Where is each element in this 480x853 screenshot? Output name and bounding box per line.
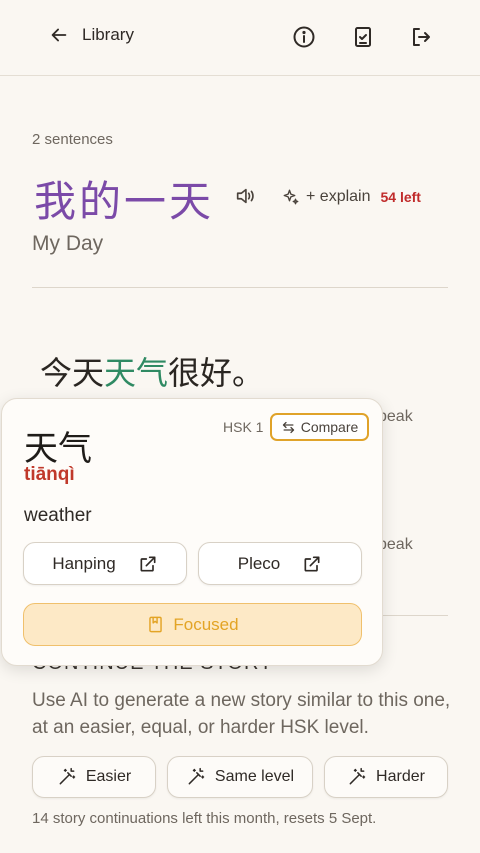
swap-arrows-icon xyxy=(282,421,294,433)
word-tianqi-selected[interactable]: 天气 xyxy=(104,354,168,392)
story-title-english: My Day xyxy=(32,232,104,255)
compare-label: Compare xyxy=(300,419,359,435)
magic-wand-icon xyxy=(59,767,76,785)
speaker-icon[interactable] xyxy=(234,185,256,207)
explain-label: + explain xyxy=(306,188,371,205)
same-level-button[interactable]: Same level xyxy=(167,756,313,798)
popup-meaning: weather xyxy=(24,505,92,526)
back-label: Library xyxy=(82,25,134,44)
pleco-button[interactable]: Pleco xyxy=(198,542,362,585)
word-henhao[interactable]: 很好。 xyxy=(168,354,264,392)
sparkles-icon xyxy=(283,189,299,205)
sentence-text: 今天天气很好。 xyxy=(40,348,264,394)
harder-button[interactable]: Harder xyxy=(324,756,448,798)
magic-wand-icon xyxy=(349,767,366,785)
focused-label: Focused xyxy=(173,614,239,634)
word-popup-card: 天气 tiānqì HSK 1 Compare weather Hanping … xyxy=(1,398,383,666)
clipboard-check-icon[interactable] xyxy=(351,25,375,49)
top-bar: Library xyxy=(0,0,480,76)
explain-button[interactable]: + explain 54 left xyxy=(282,188,421,206)
arrow-left-icon xyxy=(51,28,67,42)
compare-button[interactable]: Compare xyxy=(270,413,369,441)
word-jintian[interactable]: 今天 xyxy=(40,354,104,392)
info-icon[interactable] xyxy=(292,25,316,49)
harder-label: Harder xyxy=(376,768,425,785)
focused-toggle-button[interactable]: Focused xyxy=(23,603,362,646)
easier-button[interactable]: Easier xyxy=(32,756,156,798)
easier-label: Easier xyxy=(85,768,132,785)
back-to-library-button[interactable]: Library xyxy=(48,24,134,46)
external-link-icon xyxy=(140,556,156,571)
logout-icon[interactable] xyxy=(409,25,433,49)
obscured-text-peek: peak xyxy=(378,536,413,553)
hanping-button[interactable]: Hanping xyxy=(23,542,187,585)
popup-hanzi: 天气 xyxy=(24,429,92,469)
divider xyxy=(32,287,448,288)
magic-wand-icon xyxy=(188,767,205,785)
continue-description: Use AI to generate a new story similar t… xyxy=(32,690,451,738)
story-title-chinese: 我的一天 xyxy=(34,177,215,226)
hsk-level-badge: HSK 1 xyxy=(223,419,264,435)
pleco-label: Pleco xyxy=(237,553,281,573)
sentence-count: 2 sentences xyxy=(32,131,113,148)
bookmark-book-icon xyxy=(149,616,163,633)
explain-remaining-badge: 54 left xyxy=(380,189,421,205)
same-level-label: Same level xyxy=(214,768,295,785)
continuations-footnote: 14 story continuations left this month, … xyxy=(32,810,377,827)
hanping-label: Hanping xyxy=(52,553,116,573)
popup-pinyin: tiānqì xyxy=(24,464,75,485)
external-link-icon xyxy=(304,556,320,571)
obscured-text-peek: peak xyxy=(378,408,413,425)
